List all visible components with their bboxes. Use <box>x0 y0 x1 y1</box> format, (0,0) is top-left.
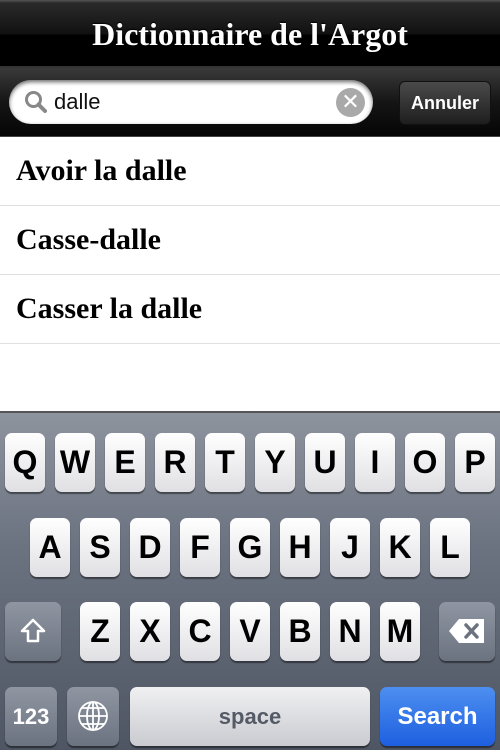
key-h[interactable]: H <box>280 518 320 577</box>
key-t[interactable]: T <box>205 433 245 492</box>
cancel-button[interactable]: Annuler <box>399 81 491 125</box>
key-l[interactable]: L <box>430 518 470 577</box>
key-i[interactable]: I <box>355 433 395 492</box>
key-q[interactable]: Q <box>5 433 45 492</box>
globe-key[interactable] <box>67 687 119 746</box>
key-n[interactable]: N <box>330 602 370 661</box>
search-key[interactable]: Search <box>380 687 495 746</box>
key-v[interactable]: V <box>230 602 270 661</box>
list-item[interactable]: Casser la dalle <box>0 275 500 344</box>
key-p[interactable]: P <box>455 433 495 492</box>
key-d[interactable]: D <box>130 518 170 577</box>
shift-icon <box>20 618 46 643</box>
key-u[interactable]: U <box>305 433 345 492</box>
navigation-bar: Dictionnaire de l'Argot <box>0 0 500 68</box>
space-key[interactable]: space <box>130 687 370 746</box>
key-c[interactable]: C <box>180 602 220 661</box>
key-y[interactable]: Y <box>255 433 295 492</box>
key-r[interactable]: R <box>155 433 195 492</box>
key-o[interactable]: O <box>405 433 445 492</box>
key-f[interactable]: F <box>180 518 220 577</box>
search-bar: ✕ Annuler <box>0 68 500 137</box>
key-a[interactable]: A <box>30 518 70 577</box>
backspace-key[interactable] <box>439 602 495 661</box>
numbers-key[interactable]: 123 <box>5 687 57 746</box>
search-input[interactable] <box>54 86 334 118</box>
page-title: Dictionnaire de l'Argot <box>92 16 408 52</box>
clear-icon[interactable]: ✕ <box>336 88 365 117</box>
key-b[interactable]: B <box>280 602 320 661</box>
key-w[interactable]: W <box>55 433 95 492</box>
key-x[interactable]: X <box>130 602 170 661</box>
key-j[interactable]: J <box>330 518 370 577</box>
list-item[interactable]: Casse-dalle <box>0 206 500 275</box>
key-m[interactable]: M <box>380 602 420 661</box>
key-e[interactable]: E <box>105 433 145 492</box>
search-icon <box>25 91 47 113</box>
keyboard: 123 space Search QWERTYUIOP ASDFGHJKL ZXCV… <box>0 411 500 750</box>
search-field[interactable]: ✕ <box>9 80 373 124</box>
key-s[interactable]: S <box>80 518 120 577</box>
shift-key[interactable] <box>5 602 61 661</box>
key-k[interactable]: K <box>380 518 420 577</box>
globe-icon <box>78 701 108 731</box>
list-item[interactable]: Avoir la dalle <box>0 137 500 206</box>
key-g[interactable]: G <box>230 518 270 577</box>
key-z[interactable]: Z <box>80 602 120 661</box>
backspace-icon <box>449 619 484 643</box>
